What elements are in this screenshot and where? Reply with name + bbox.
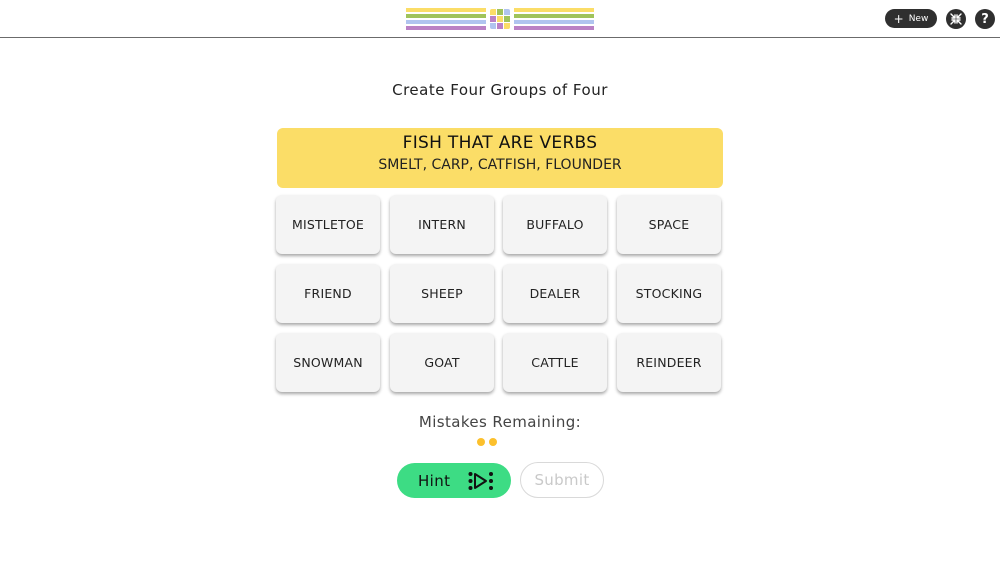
word-tile[interactable]: MISTLETOE xyxy=(276,195,380,254)
hint-play-icon xyxy=(468,471,494,490)
mistake-dot xyxy=(477,438,485,446)
collapse-arrows-icon xyxy=(950,13,962,25)
mistakes-remaining-label: Mistakes Remaining: xyxy=(418,413,582,431)
word-tile[interactable]: CATTLE xyxy=(503,333,607,392)
help-button[interactable]: ? xyxy=(975,9,995,29)
hint-button[interactable]: Hint xyxy=(397,463,511,498)
word-tile[interactable]: SHEEP xyxy=(390,264,494,323)
page-title: Create Four Groups of Four xyxy=(392,81,608,99)
plus-icon: + xyxy=(893,11,904,26)
new-game-label: New xyxy=(908,13,929,24)
word-tile[interactable]: STOCKING xyxy=(617,264,721,323)
top-bar: + New ? xyxy=(0,0,1000,38)
help-icon: ? xyxy=(981,11,989,27)
word-tile[interactable]: BUFFALO xyxy=(503,195,607,254)
solved-group-yellow: FISH THAT ARE VERBS SMELT, CARP, CATFISH… xyxy=(277,128,723,188)
solved-group-words: SMELT, CARP, CATFISH, FLOUNDER xyxy=(378,157,622,173)
word-tile[interactable]: SNOWMAN xyxy=(276,333,380,392)
new-game-button[interactable]: + New xyxy=(885,9,937,28)
word-tile[interactable]: GOAT xyxy=(390,333,494,392)
word-tile[interactable]: FRIEND xyxy=(276,264,380,323)
app-logo[interactable] xyxy=(406,8,594,30)
hint-label: Hint xyxy=(418,471,451,490)
solved-group-category: FISH THAT ARE VERBS xyxy=(402,133,598,153)
logo-stripes-right xyxy=(514,8,594,30)
collapse-button[interactable] xyxy=(946,9,966,29)
logo-stripes-left xyxy=(406,8,486,30)
mistakes-dots xyxy=(477,438,497,446)
word-tile[interactable]: DEALER xyxy=(503,264,607,323)
mistake-dot xyxy=(489,438,497,446)
word-tile[interactable]: SPACE xyxy=(617,195,721,254)
color-grid-logo-icon xyxy=(490,9,510,29)
word-tile[interactable]: REINDEER xyxy=(617,333,721,392)
word-tile[interactable]: INTERN xyxy=(390,195,494,254)
submit-button[interactable]: Submit xyxy=(520,462,604,498)
